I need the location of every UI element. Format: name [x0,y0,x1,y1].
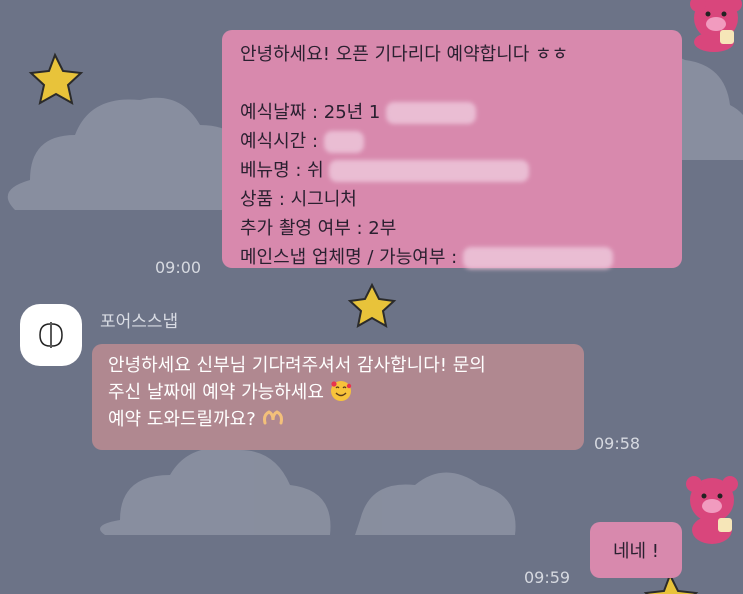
smiling-face-with-hearts-icon [330,381,351,401]
message-line: 베뉴명 : 쉬 [240,160,324,181]
message-bubble-outgoing[interactable]: 안녕하세요! 오픈 기다리다 예약합니다 ㅎㅎ 예식날짜 : 25년 1 예식시… [222,30,682,269]
message-line: 예식시간 : [240,131,319,152]
message-line: 안녕하세요 신부님 기다려주셔서 감사합니다! 문의 [108,355,486,376]
message-timestamp: 09:59 [524,568,571,587]
avatar[interactable] [20,304,82,366]
bear-sticker [690,0,742,52]
message-line: 주신 날짜에 예약 가능하세요 [108,382,324,403]
heart-hands-icon [262,410,283,425]
message-bubble-outgoing[interactable]: 네네 ! [590,522,682,578]
star-decoration [28,52,84,105]
message-line: 메인스냅 업체명 / 가능여부 : [240,247,458,268]
redacted-blur [386,102,477,124]
redacted-blur [329,160,530,182]
star-decoration [347,282,397,328]
message-line: 추가 촬영 여부 : 2부 [240,218,397,239]
bear-sticker [686,476,738,544]
message-timestamp: 09:58 [594,434,641,453]
redacted-blur [462,247,613,269]
cloud-decoration [355,472,516,535]
message-text: 네네 ! [612,541,660,562]
message-line: 예식날짜 : 25년 1 [240,102,381,123]
redacted-blur [323,131,364,153]
message-line [240,69,664,98]
cloud-decoration [100,447,331,535]
message-timestamp: 09:00 [155,258,202,277]
message-line: 상품 : 시그니처 [240,189,357,210]
message-bubble-incoming[interactable]: 안녕하세요 신부님 기다려주셔서 감사합니다! 문의 주신 날짜에 예약 가능하… [92,344,584,450]
message-line: 예약 도와드릴까요? [108,409,256,430]
sender-name: 포어스스냅 [100,312,179,332]
brand-logo-icon [39,322,63,348]
message-line: 안녕하세요! 오픈 기다리다 예약합니다 ㅎㅎ [240,44,569,65]
